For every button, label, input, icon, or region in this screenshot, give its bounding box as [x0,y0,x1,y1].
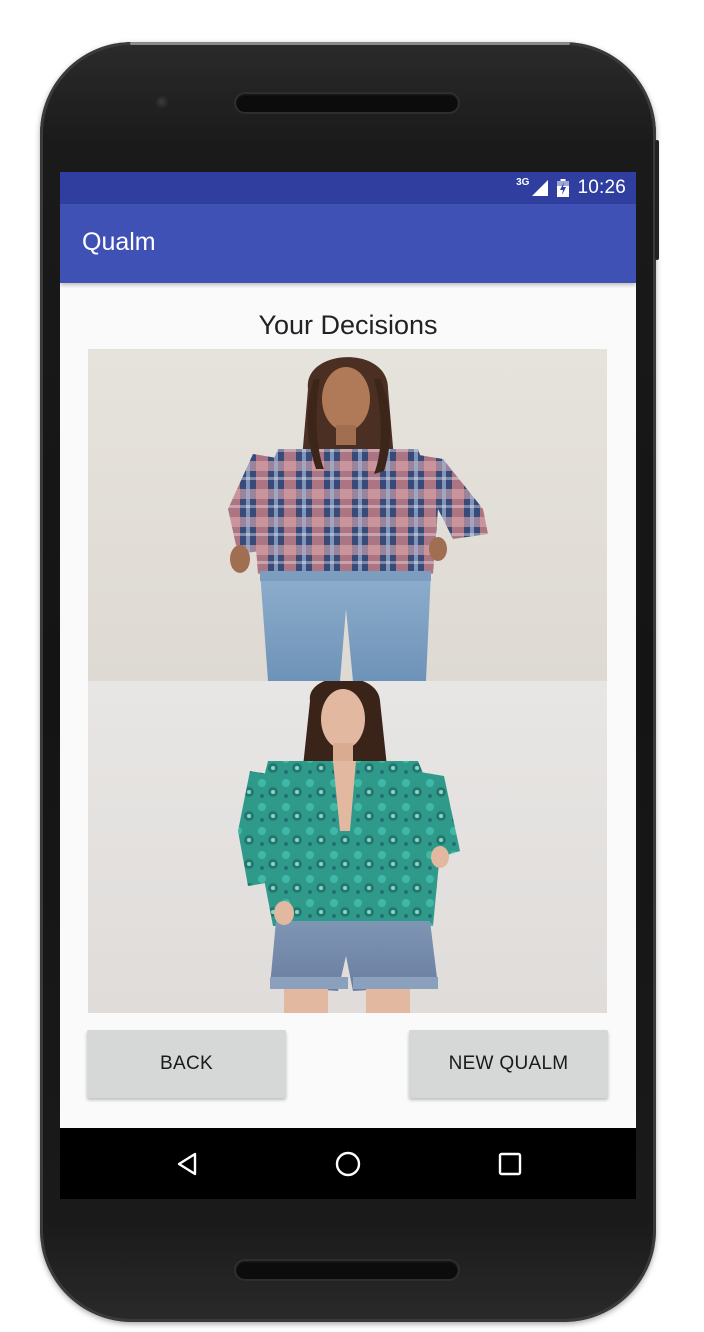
triangle-back-icon [177,1152,197,1176]
nav-back-button[interactable] [170,1146,206,1182]
phone-side-button [655,140,659,260]
status-clock: 10:26 [577,177,626,198]
page-heading: Your Decisions [258,310,438,340]
back-button[interactable]: BACK [87,1030,286,1098]
nav-recents-button[interactable] [492,1146,528,1182]
front-camera [156,96,170,110]
app-toolbar: Qualm [60,204,636,283]
cell-signal-icon [532,180,549,196]
plaid-outfit-photo-icon [228,357,488,681]
circle-home-icon [335,1151,361,1177]
bottom-speaker [236,1261,458,1279]
network-type-label: 3G [516,176,530,188]
earpiece-speaker [236,94,458,112]
decision-image-paisley-shirt[interactable] [88,681,607,1013]
decision-image-plaid-shirt[interactable] [88,349,607,681]
app-title: Qualm [82,228,156,256]
status-icons: 3G 10:26 [516,175,626,201]
paisley-outfit-photo-icon [238,681,460,1013]
battery-charging-icon [557,179,570,197]
device-screen: 3G 10:26 Qualm Your Decisions BACK NEW Q… [60,172,636,1199]
phone-top-edge [130,42,570,45]
status-bar: 3G 10:26 [60,172,636,204]
system-navigation-bar [60,1128,636,1199]
square-recents-icon [498,1152,522,1176]
new-qualm-button[interactable]: NEW QUALM [409,1030,608,1098]
nav-home-button[interactable] [330,1146,366,1182]
